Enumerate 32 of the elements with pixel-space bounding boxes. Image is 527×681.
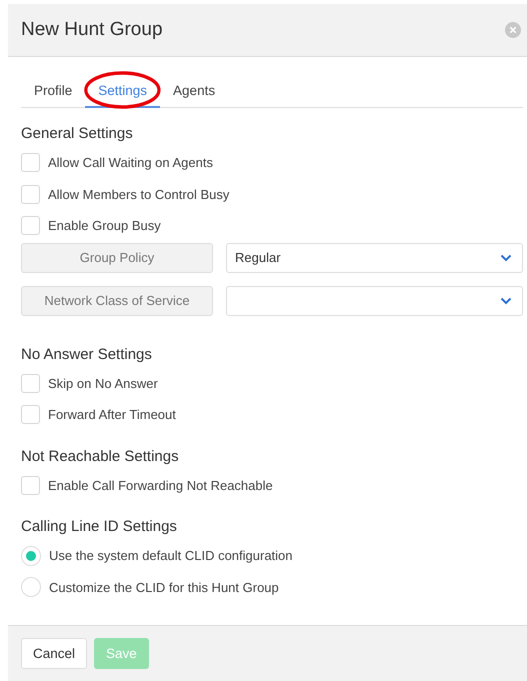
radio-label: Use the system default CLID configuration xyxy=(49,548,293,564)
section-title: General Settings xyxy=(21,125,134,142)
chevron-down-icon xyxy=(500,296,512,304)
checkbox[interactable] xyxy=(21,184,40,204)
cancel-button[interactable]: Cancel xyxy=(21,638,88,669)
checkbox-label: Skip on No Answer xyxy=(48,376,158,391)
checkbox-label: Enable Group Busy xyxy=(48,218,161,234)
checkbox-label: Allow Members to Control Busy xyxy=(48,186,230,202)
checkbox[interactable] xyxy=(21,405,40,424)
tab[interactable]: Profile xyxy=(21,75,86,108)
field-label: Network Class of Service xyxy=(21,286,213,316)
dropdown[interactable] xyxy=(226,286,523,316)
close-icon[interactable] xyxy=(505,22,521,38)
checkbox-label: Enable Call Forwarding Not Reachable xyxy=(48,478,273,493)
checkbox[interactable] xyxy=(21,216,40,236)
checkbox-label: Allow Call Waiting on Agents xyxy=(48,155,213,170)
radio-label: Customize the CLID for this Hunt Group xyxy=(49,580,279,595)
field-label: Group Policy xyxy=(21,242,213,272)
radio-button[interactable] xyxy=(21,546,41,566)
dialog-title: New Hunt Group xyxy=(21,19,163,41)
tab[interactable]: Agents xyxy=(160,75,228,108)
section-title: Calling Line ID Settings xyxy=(21,518,178,535)
checkbox-label: Forward After Timeout xyxy=(48,407,176,422)
checkbox[interactable] xyxy=(21,374,40,393)
radio-button[interactable] xyxy=(21,577,41,598)
dropdown[interactable]: Regular xyxy=(226,242,523,272)
section-title: No Answer Settings xyxy=(21,346,153,362)
tab[interactable]: Settings xyxy=(85,75,160,108)
section-title: Not Reachable Settings xyxy=(21,448,180,464)
chevron-down-icon xyxy=(500,254,512,262)
checkbox[interactable] xyxy=(21,153,40,172)
checkbox[interactable] xyxy=(21,476,40,495)
